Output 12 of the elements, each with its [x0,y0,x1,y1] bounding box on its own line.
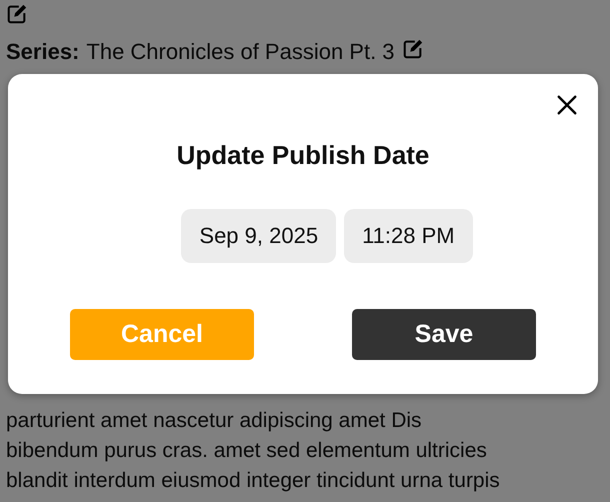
dialog-title: Update Publish Date [176,140,430,171]
description-line: bibendum purus cras. amet sed elementum ultricies [6,438,487,464]
description-line: blandit interdum eiusmod integer tincidunt urna turpis [6,468,500,494]
date-field[interactable]: Sep 9, 2025 [181,209,336,263]
edit-icon[interactable] [402,38,424,60]
description-line: parturient amet nascetur adipiscing amet Dis [6,408,422,434]
save-button[interactable]: Save [352,309,536,360]
edit-icon[interactable] [6,3,28,25]
close-icon[interactable] [556,94,578,116]
series-title: The Chronicles of Passion Pt. 3 [86,39,395,65]
time-field[interactable]: 11:28 PM [344,209,473,263]
series-label: Series: [6,39,80,65]
